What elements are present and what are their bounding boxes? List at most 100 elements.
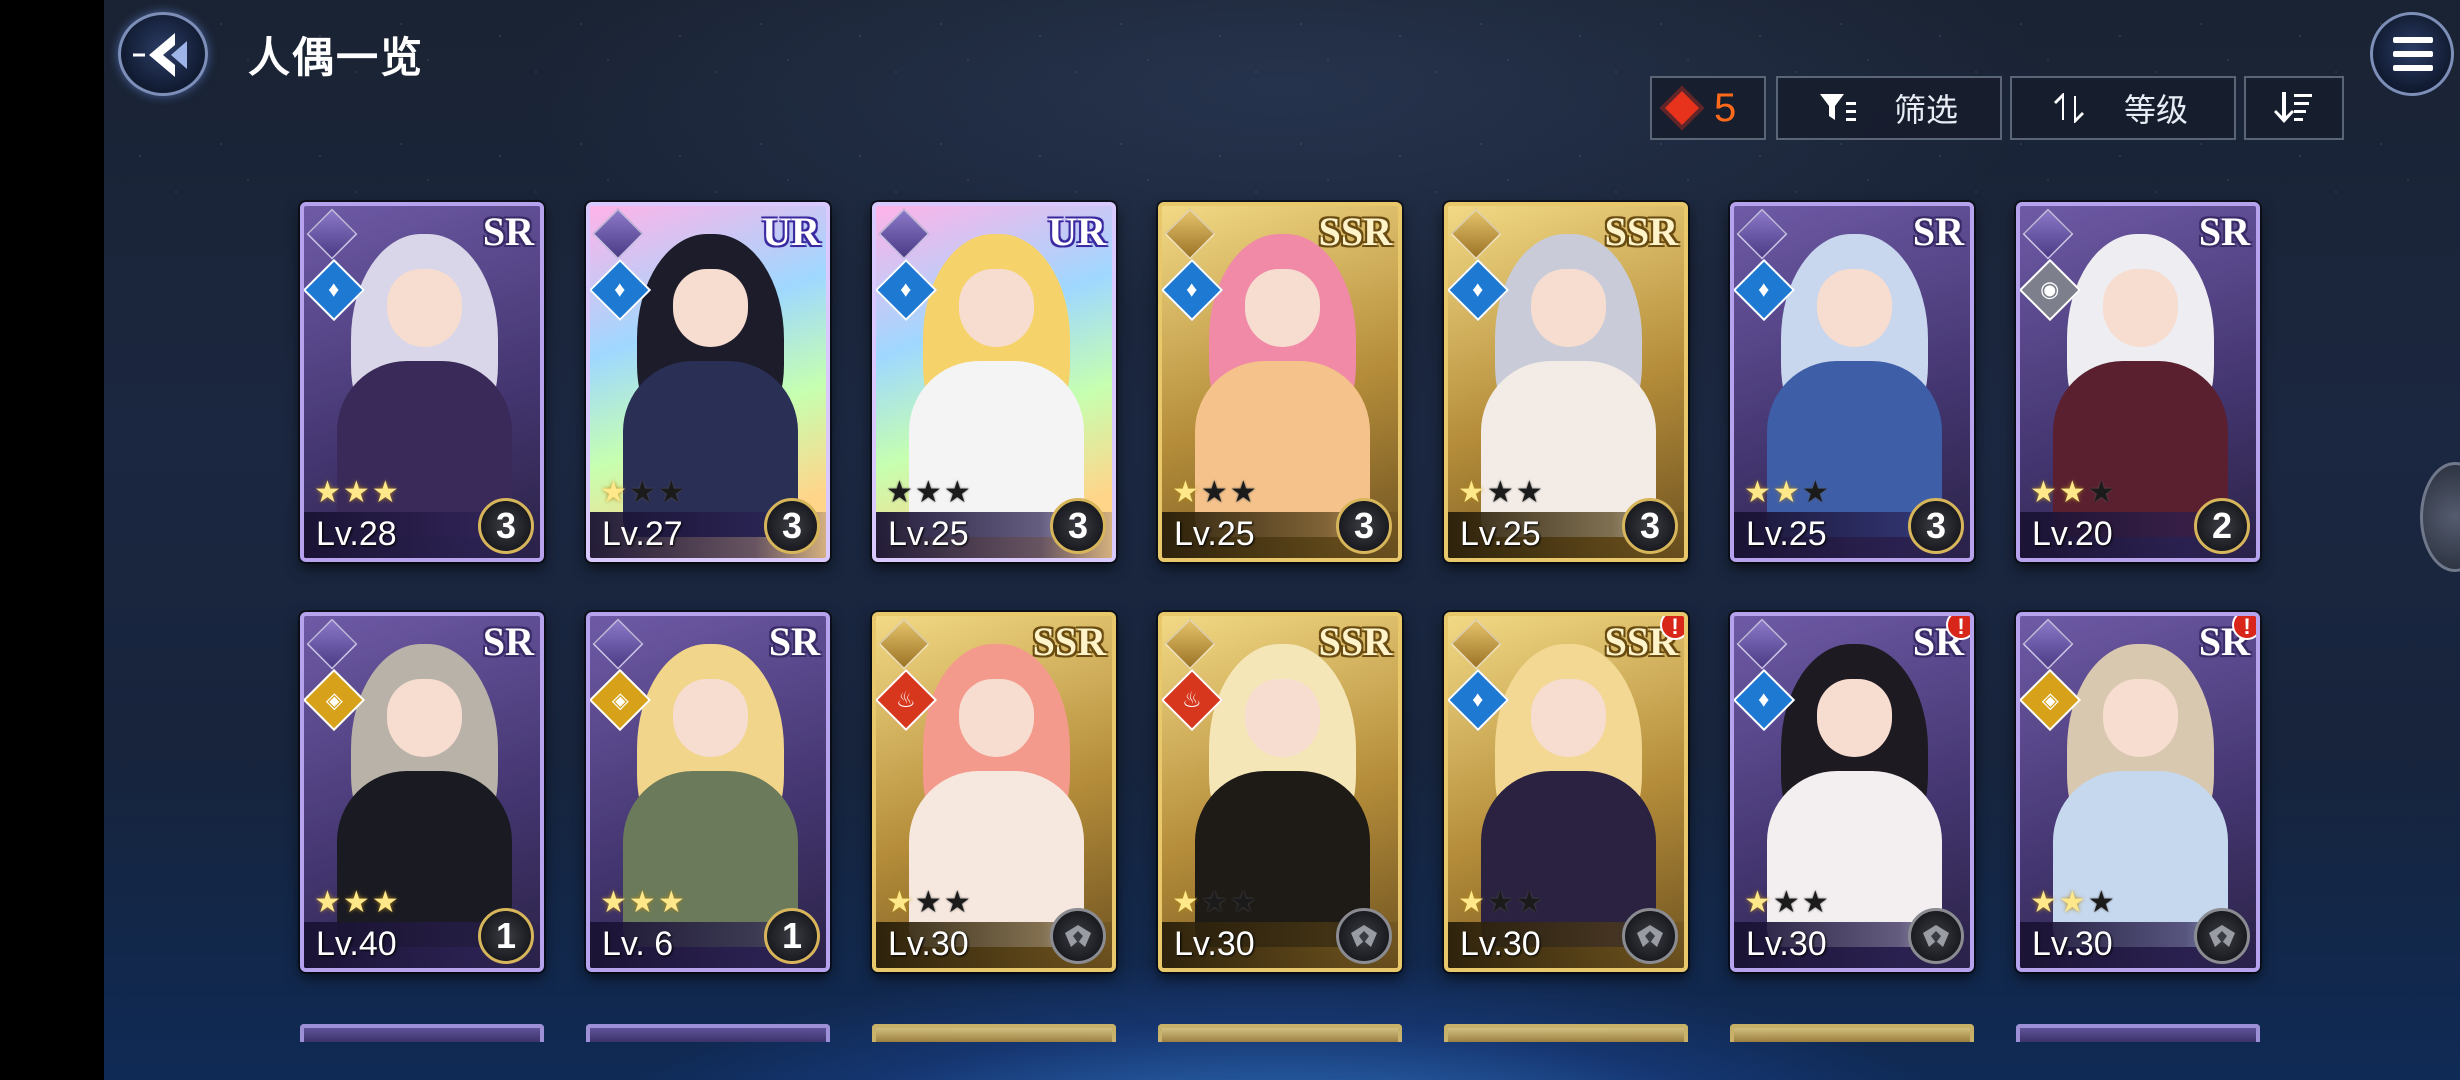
star-empty-icon: ★	[1515, 886, 1543, 919]
portrait-face	[2102, 269, 2179, 347]
wings-emblem-icon	[1065, 925, 1091, 947]
star-rating: ★ ★ ★	[1744, 888, 1829, 918]
new-alert-badge: !	[1660, 616, 1684, 640]
doll-card[interactable]: SR ◉ ★ ★ ★ Lv.20 2	[2016, 202, 2260, 562]
star-empty-icon: ★	[657, 476, 685, 509]
filter-button[interactable]: 筛选	[1776, 76, 2002, 140]
star-rating: ★ ★ ★	[314, 478, 399, 508]
star-filled-icon: ★	[2058, 476, 2086, 509]
doll-card-partial[interactable]	[2016, 1024, 2260, 1042]
doll-list-screen: 人偶一览 5 筛选 等级 SR ♦ ★ ★ ★ Lv.28 3 UR ♦ ★ ★…	[104, 0, 2460, 1080]
star-empty-icon: ★	[943, 476, 971, 509]
doll-card-partial[interactable]	[1444, 1024, 1688, 1042]
star-rating: ★ ★ ★	[886, 888, 971, 918]
element-glyph: ♨	[1182, 686, 1202, 712]
star-filled-icon: ★	[1172, 886, 1199, 919]
level-text: Lv.20	[2032, 515, 2113, 553]
star-filled-icon: ★	[342, 476, 370, 509]
doll-card[interactable]: SR ◈ ★ ★ ★ Lv.40 1	[300, 612, 544, 972]
doll-card-partial[interactable]	[300, 1024, 544, 1042]
doll-card[interactable]: UR ♦ ★ ★ ★ Lv.25 3	[872, 202, 1116, 562]
doll-card[interactable]: SSR ♦ ★ ★ ★ Lv.25 3	[1158, 202, 1402, 562]
star-empty-icon: ★	[1772, 886, 1800, 919]
star-filled-icon: ★	[1458, 476, 1485, 509]
bond-rank-badge: 2	[2194, 498, 2250, 554]
rarity-label: UR	[1048, 209, 1106, 254]
bond-rank-badge: 3	[478, 498, 534, 554]
star-empty-icon: ★	[1515, 476, 1543, 509]
main-menu-button[interactable]	[2370, 12, 2454, 96]
sort-order-button[interactable]	[2244, 76, 2344, 140]
doll-card[interactable]: SR ♦ ★ ★ ★ Lv.28 3	[300, 202, 544, 562]
star-filled-icon: ★	[1772, 476, 1800, 509]
star-empty-icon: ★	[914, 886, 942, 919]
rarity-label: SR	[768, 619, 820, 664]
doll-card[interactable]: SSR ♦ ★ ★ ★ Lv.25 3	[1444, 202, 1688, 562]
rarity-label: SR	[482, 209, 534, 254]
star-filled-icon: ★	[1172, 476, 1199, 509]
portrait-face	[1816, 679, 1893, 757]
star-empty-icon: ★	[1486, 886, 1514, 919]
doll-card[interactable]: UR ♦ ★ ★ ★ Lv.27 3	[586, 202, 830, 562]
back-arrow-icon	[133, 33, 187, 77]
portrait-face	[958, 269, 1035, 347]
bond-rank-badge: 1	[478, 908, 534, 964]
doll-card[interactable]: SSR ♦ ★ ★ ★ Lv.30!	[1444, 612, 1688, 972]
level-text: Lv.30	[2032, 925, 2113, 963]
diamond-currency-icon	[1665, 91, 1699, 125]
portrait-face	[386, 269, 463, 347]
element-glyph: ♦	[1186, 276, 1198, 302]
level-text: Lv.25	[1746, 515, 1827, 553]
level-text: Lv.40	[316, 925, 397, 963]
star-rating: ★ ★ ★	[314, 888, 399, 918]
star-empty-icon: ★	[1229, 886, 1257, 919]
doll-card[interactable]: SR ◈ ★ ★ ★ Lv. 61	[586, 612, 830, 972]
doll-card[interactable]: SSR ♨ ★ ★ ★ Lv.30	[872, 612, 1116, 972]
sort-by-level-button[interactable]: 等级	[2010, 76, 2236, 140]
doll-card[interactable]: SR ◈ ★ ★ ★ Lv.30!	[2016, 612, 2260, 972]
doll-card-partial[interactable]	[1730, 1024, 1974, 1042]
wings-emblem-icon	[1637, 925, 1663, 947]
back-button[interactable]	[118, 12, 208, 96]
star-empty-icon: ★	[1200, 886, 1228, 919]
side-drawer-handle[interactable]	[2420, 462, 2460, 572]
element-glyph: ♦	[1758, 686, 1770, 712]
star-empty-icon: ★	[914, 476, 942, 509]
portrait-face	[1244, 269, 1321, 347]
doll-card[interactable]: SR ♦ ★ ★ ★ Lv.30!	[1730, 612, 1974, 972]
star-rating: ★ ★ ★	[1172, 888, 1257, 918]
doll-card-partial[interactable]	[872, 1024, 1116, 1042]
portrait-face	[1530, 679, 1607, 757]
rarity-label: SSR	[1604, 209, 1678, 254]
doll-card-partial[interactable]	[1158, 1024, 1402, 1042]
portrait-face	[1244, 679, 1321, 757]
portrait-face	[1816, 269, 1893, 347]
element-glyph: ♦	[614, 276, 626, 302]
rarity-label: UR	[762, 209, 820, 254]
bond-rank-badge: 1	[764, 908, 820, 964]
star-filled-icon: ★	[2030, 886, 2057, 919]
level-text: Lv.30	[1746, 925, 1827, 963]
doll-card-partial[interactable]	[586, 1024, 830, 1042]
level-text: Lv.28	[316, 515, 397, 553]
bond-rank-badge: 3	[1908, 498, 1964, 554]
rarity-label: SSR	[1318, 209, 1392, 254]
level-text: Lv.25	[888, 515, 969, 553]
star-filled-icon: ★	[1744, 476, 1771, 509]
star-filled-icon: ★	[2058, 886, 2086, 919]
level-text: Lv.25	[1460, 515, 1541, 553]
star-rating: ★ ★ ★	[600, 478, 685, 508]
element-glyph: ♦	[1758, 276, 1770, 302]
star-filled-icon: ★	[342, 886, 370, 919]
bond-rank-badge: 3	[1050, 498, 1106, 554]
star-filled-icon: ★	[628, 886, 656, 919]
star-rating: ★ ★ ★	[600, 888, 685, 918]
menu-icon-bar	[2393, 51, 2433, 57]
star-empty-icon: ★	[628, 476, 656, 509]
doll-card[interactable]: SSR ♨ ★ ★ ★ Lv.30	[1158, 612, 1402, 972]
element-glyph: ♦	[328, 276, 340, 302]
doll-card[interactable]: SR ♦ ★ ★ ★ Lv.25 3	[1730, 202, 1974, 562]
filter-icon	[1820, 94, 1856, 121]
level-text: Lv.25	[1174, 515, 1255, 553]
star-empty-icon: ★	[886, 476, 913, 509]
